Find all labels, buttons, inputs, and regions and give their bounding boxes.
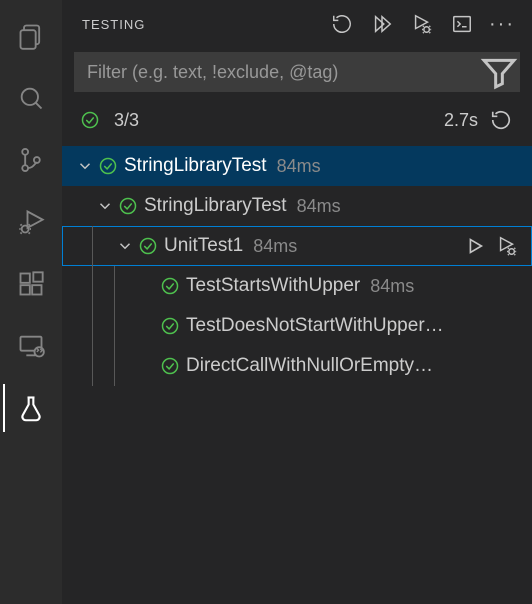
tree-row-label: DirectCallWithNullOrEmpty… bbox=[186, 355, 532, 377]
debug-test-button[interactable] bbox=[492, 230, 522, 262]
play-bug-icon bbox=[411, 13, 433, 35]
status-pass-icon bbox=[158, 276, 182, 296]
tree-row-test[interactable]: DirectCallWithNullOrEmpty… bbox=[62, 346, 532, 386]
testing-panel: TESTING ··· bbox=[62, 0, 532, 604]
status-pass-icon bbox=[136, 236, 160, 256]
rerun-button[interactable] bbox=[486, 104, 516, 136]
activity-bar bbox=[0, 0, 62, 604]
app-root: TESTING ··· bbox=[0, 0, 532, 604]
chevron-down-icon[interactable] bbox=[94, 197, 116, 215]
terminal-icon bbox=[451, 13, 473, 35]
refresh-tests-button[interactable] bbox=[324, 8, 360, 40]
ellipsis-icon: ··· bbox=[489, 14, 515, 34]
activity-explorer[interactable] bbox=[3, 16, 59, 56]
summary-status-icon bbox=[78, 110, 102, 130]
play-all-icon bbox=[371, 13, 393, 35]
tree-row-test[interactable]: TestStartsWithUpper 84ms bbox=[62, 266, 532, 306]
tree-row-actions bbox=[460, 230, 532, 262]
tree-row-class[interactable]: UnitTest1 84ms bbox=[62, 226, 532, 266]
test-summary: 3/3 2.7s bbox=[62, 100, 532, 140]
activity-testing[interactable] bbox=[3, 388, 59, 428]
filter-input[interactable] bbox=[75, 62, 479, 83]
chevron-down-icon[interactable] bbox=[74, 157, 96, 175]
tree-row-label: UnitTest1 bbox=[164, 235, 243, 257]
run-test-button[interactable] bbox=[460, 230, 490, 262]
tree-row-test[interactable]: TestDoesNotStartWithUpper… bbox=[62, 306, 532, 346]
more-actions-button[interactable]: ··· bbox=[484, 8, 520, 40]
panel-header-actions: ··· bbox=[324, 8, 520, 40]
filter-container bbox=[74, 52, 520, 92]
tree-row-time: 84ms bbox=[277, 156, 321, 177]
panel-header: TESTING ··· bbox=[62, 0, 532, 48]
play-icon bbox=[464, 235, 486, 257]
tree-row-label: StringLibraryTest bbox=[144, 195, 287, 217]
test-tree: StringLibraryTest 84ms StringLibraryTest… bbox=[62, 140, 532, 386]
activity-source-control[interactable] bbox=[3, 140, 59, 180]
tree-row-label: TestDoesNotStartWithUpper… bbox=[186, 315, 532, 337]
status-pass-icon bbox=[116, 196, 140, 216]
tree-row-root[interactable]: StringLibraryTest 84ms bbox=[62, 146, 532, 186]
tree-row-time: 84ms bbox=[253, 236, 297, 257]
refresh-icon bbox=[331, 13, 353, 35]
chevron-down-icon[interactable] bbox=[114, 237, 136, 255]
activity-remote[interactable] bbox=[3, 326, 59, 366]
summary-duration: 2.7s bbox=[444, 110, 478, 131]
panel-title: TESTING bbox=[82, 17, 318, 32]
tree-row-label: StringLibraryTest bbox=[124, 155, 267, 177]
show-output-button[interactable] bbox=[444, 8, 480, 40]
refresh-icon bbox=[490, 109, 512, 131]
status-pass-icon bbox=[158, 316, 182, 336]
play-bug-icon bbox=[496, 235, 518, 257]
run-all-tests-button[interactable] bbox=[364, 8, 400, 40]
status-pass-icon bbox=[96, 156, 120, 176]
summary-count: 3/3 bbox=[114, 110, 139, 131]
tree-row-label: TestStartsWithUpper bbox=[186, 275, 360, 297]
activity-run-debug[interactable] bbox=[3, 202, 59, 242]
funnel-icon bbox=[479, 52, 519, 92]
activity-extensions[interactable] bbox=[3, 264, 59, 304]
debug-all-tests-button[interactable] bbox=[404, 8, 440, 40]
filter-menu-button[interactable] bbox=[479, 53, 519, 91]
status-pass-icon bbox=[158, 356, 182, 376]
tree-row-time: 84ms bbox=[297, 196, 341, 217]
tree-row-time: 84ms bbox=[370, 276, 414, 297]
tree-row-namespace[interactable]: StringLibraryTest 84ms bbox=[62, 186, 532, 226]
activity-search[interactable] bbox=[3, 78, 59, 118]
